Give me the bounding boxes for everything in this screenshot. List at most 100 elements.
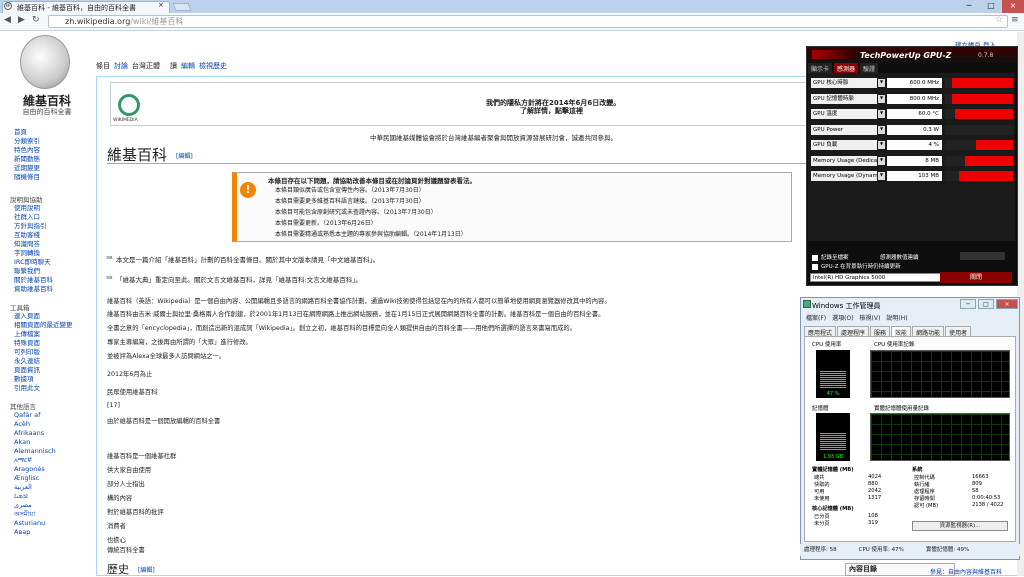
bookmark-star-icon[interactable]: ☆: [995, 15, 1003, 25]
browser-tab[interactable]: 維基百科 - 維基百科，自由的百科全書: [2, 1, 170, 13]
tab-edit[interactable]: 編輯: [181, 61, 195, 73]
sidebar-link[interactable]: 關於維基百科: [14, 276, 53, 285]
sidebar-link[interactable]: 連入頁面: [14, 312, 40, 321]
sensor-dropdown-icon[interactable]: ▼: [878, 94, 885, 103]
tm-close-button[interactable]: ×: [996, 299, 1018, 309]
sensor-dropdown-icon[interactable]: ▼: [878, 172, 885, 180]
sidebar-link[interactable]: IRC即時聊天: [14, 258, 51, 267]
language-link[interactable]: Acèh: [14, 420, 30, 429]
wikipedia-globe-logo[interactable]: [20, 35, 70, 89]
sensor-label: GPU 負載: [811, 140, 877, 150]
sidebar-link[interactable]: 數據項: [14, 375, 34, 384]
sidebar-link[interactable]: 聯繫我們: [14, 267, 40, 276]
browser-menu-icon[interactable]: ≡: [1011, 15, 1019, 25]
system-heading: 系統: [912, 467, 923, 473]
tab-history[interactable]: 檢視歷史: [199, 61, 227, 73]
sensor-label: Memory Usage (Dynamic): [811, 171, 877, 181]
minimize-button[interactable]: ─: [958, 0, 980, 13]
back-button[interactable]: ◀: [4, 15, 11, 25]
sensor-graph: [945, 109, 1013, 119]
title-edit-link[interactable]: [編輯]: [176, 151, 193, 160]
tab-talk[interactable]: 討論: [114, 61, 128, 73]
notice-link[interactable]: 了解詳情，點擊這裡: [520, 106, 583, 116]
address-bar[interactable]: zh.wikipedia.org/wiki/維基百科: [48, 15, 1008, 28]
site-notice[interactable]: 中華民國維基媒體協會將於台灣維基編者聚會與開放資源發展研討會，誠邀共同參與。: [370, 132, 617, 142]
sensor-dropdown-icon[interactable]: ▼: [878, 141, 885, 149]
warning-icon: !: [240, 182, 256, 198]
tab-read[interactable]: 讀: [170, 61, 177, 73]
sidebar-link[interactable]: 特殊頁面: [14, 339, 40, 348]
sidebar-link[interactable]: 隨機條目: [14, 173, 40, 182]
sidebar-link[interactable]: 上傳檔案: [14, 330, 40, 339]
sensor-label: GPU 記憶體時脈: [811, 93, 877, 104]
sidebar-link[interactable]: 近期變更: [14, 164, 40, 173]
tab-close-icon[interactable]: ×: [158, 1, 164, 9]
sensor-value: 0.3 W: [887, 124, 942, 135]
language-link[interactable]: Ænglisc: [14, 474, 39, 483]
language-link[interactable]: العربية: [14, 483, 32, 492]
status-processes: 處理程序: 58: [804, 547, 837, 553]
sidebar-link[interactable]: 可列印版: [14, 348, 40, 357]
language-link[interactable]: Aragonés: [14, 465, 45, 474]
new-tab-button[interactable]: [172, 3, 192, 11]
sensor-graph: [945, 93, 1013, 104]
gpuz-sensor-row: GPU 記憶體時脈 ▼ 800.0 MHz: [811, 93, 1013, 105]
sidebar-link[interactable]: 引用此文: [14, 384, 40, 393]
sensor-graph-fill: [975, 140, 1013, 150]
maximize-button[interactable]: □: [980, 0, 1002, 13]
language-link[interactable]: Asturianu: [14, 519, 45, 528]
sensor-option-select[interactable]: [960, 252, 1005, 260]
language-link[interactable]: مصرى: [14, 501, 32, 510]
status-memory: 實體記憶體: 49%: [925, 547, 970, 553]
sensor-dropdown-icon[interactable]: ▼: [878, 156, 885, 165]
paragraph-line: 並被評為Alexa全球最多人訪問網站之一。: [107, 353, 226, 360]
language-link[interactable]: অসমীয়া: [14, 510, 35, 519]
sidebar-link[interactable]: 字詞轉換: [14, 249, 40, 258]
tab-article[interactable]: 條目: [96, 61, 110, 73]
language-link[interactable]: Alemannisch: [14, 447, 56, 456]
sidebar-link[interactable]: 頁面資訊: [14, 366, 40, 375]
sidebar-link[interactable]: 首頁: [14, 128, 27, 137]
sidebar-link[interactable]: 特色內容: [14, 146, 40, 155]
reload-button[interactable]: ↻: [32, 15, 40, 25]
gpuz-sensor-row: GPU 溫度 ▼ 60.0 °C: [811, 109, 1013, 120]
sidebar-link[interactable]: 新聞動態: [14, 155, 40, 164]
issue-item: 本條目類似廣告或包含宣傳性內容。（2013年7月30日）: [275, 187, 425, 194]
sidebar-link[interactable]: 知識問答: [14, 240, 40, 249]
see-also-link[interactable]: 參見：自由內容與維基百科: [930, 567, 1002, 576]
sensor-graph: [945, 155, 1013, 166]
sensor-option-label: 感測器數值連續: [880, 255, 919, 261]
gpu-select[interactable]: Intel(R) HD Graphics 5000: [810, 273, 945, 282]
sensor-graph: [945, 171, 1013, 181]
language-link[interactable]: አማርኛ: [14, 456, 32, 465]
sidebar-link[interactable]: 社群入口: [14, 213, 40, 222]
continue-refresh-checkbox[interactable]: GPU-Z 在背景執行時仍持續更新: [812, 262, 901, 270]
log-to-file-checkbox[interactable]: 記錄至檔案: [812, 253, 849, 261]
paragraph-line: 維基百科是一個維基社群: [107, 453, 177, 460]
close-window-button[interactable]: ×: [1002, 0, 1024, 13]
sensor-dropdown-icon[interactable]: ▼: [878, 110, 885, 118]
resource-monitor-button[interactable]: 資源監視器(R)...: [912, 521, 1008, 531]
gpuz-sensor-row: Memory Usage (Dynamic)▼103 MB: [811, 171, 1013, 182]
section-edit-link[interactable]: [編輯]: [138, 565, 155, 574]
language-link[interactable]: Qafár af: [14, 411, 40, 420]
sidebar-link[interactable]: 資助維基百科: [14, 285, 53, 294]
language-link[interactable]: Авар: [14, 528, 30, 537]
sidebar-link[interactable]: 使用說明: [14, 204, 40, 213]
sidebar-link[interactable]: 方針與指引: [14, 222, 47, 231]
language-link[interactable]: Akan: [14, 438, 30, 447]
gpuz-close-button[interactable]: 關閉: [940, 272, 1012, 283]
language-link[interactable]: Afrikaans: [14, 429, 44, 438]
phys-mem-value: 4024: [868, 474, 882, 480]
wikimedia-wordmark: WIKIMEDIA: [113, 118, 138, 123]
sidebar-link[interactable]: 互助客棧: [14, 231, 40, 240]
sidebar-link[interactable]: 相關頁面的最近變更: [14, 321, 73, 330]
tab-variant[interactable]: 台灣正體: [132, 61, 160, 73]
language-link[interactable]: ܐܪܡܝܐ: [14, 492, 28, 501]
sidebar-link[interactable]: 分類索引: [14, 137, 40, 146]
forward-button[interactable]: ▶: [18, 15, 25, 25]
log-label: 記錄至檔案: [821, 255, 849, 261]
sensor-dropdown-icon[interactable]: ▼: [878, 79, 885, 87]
sensor-dropdown-icon[interactable]: ▼: [878, 125, 885, 134]
sidebar-link[interactable]: 永久連結: [14, 357, 40, 366]
